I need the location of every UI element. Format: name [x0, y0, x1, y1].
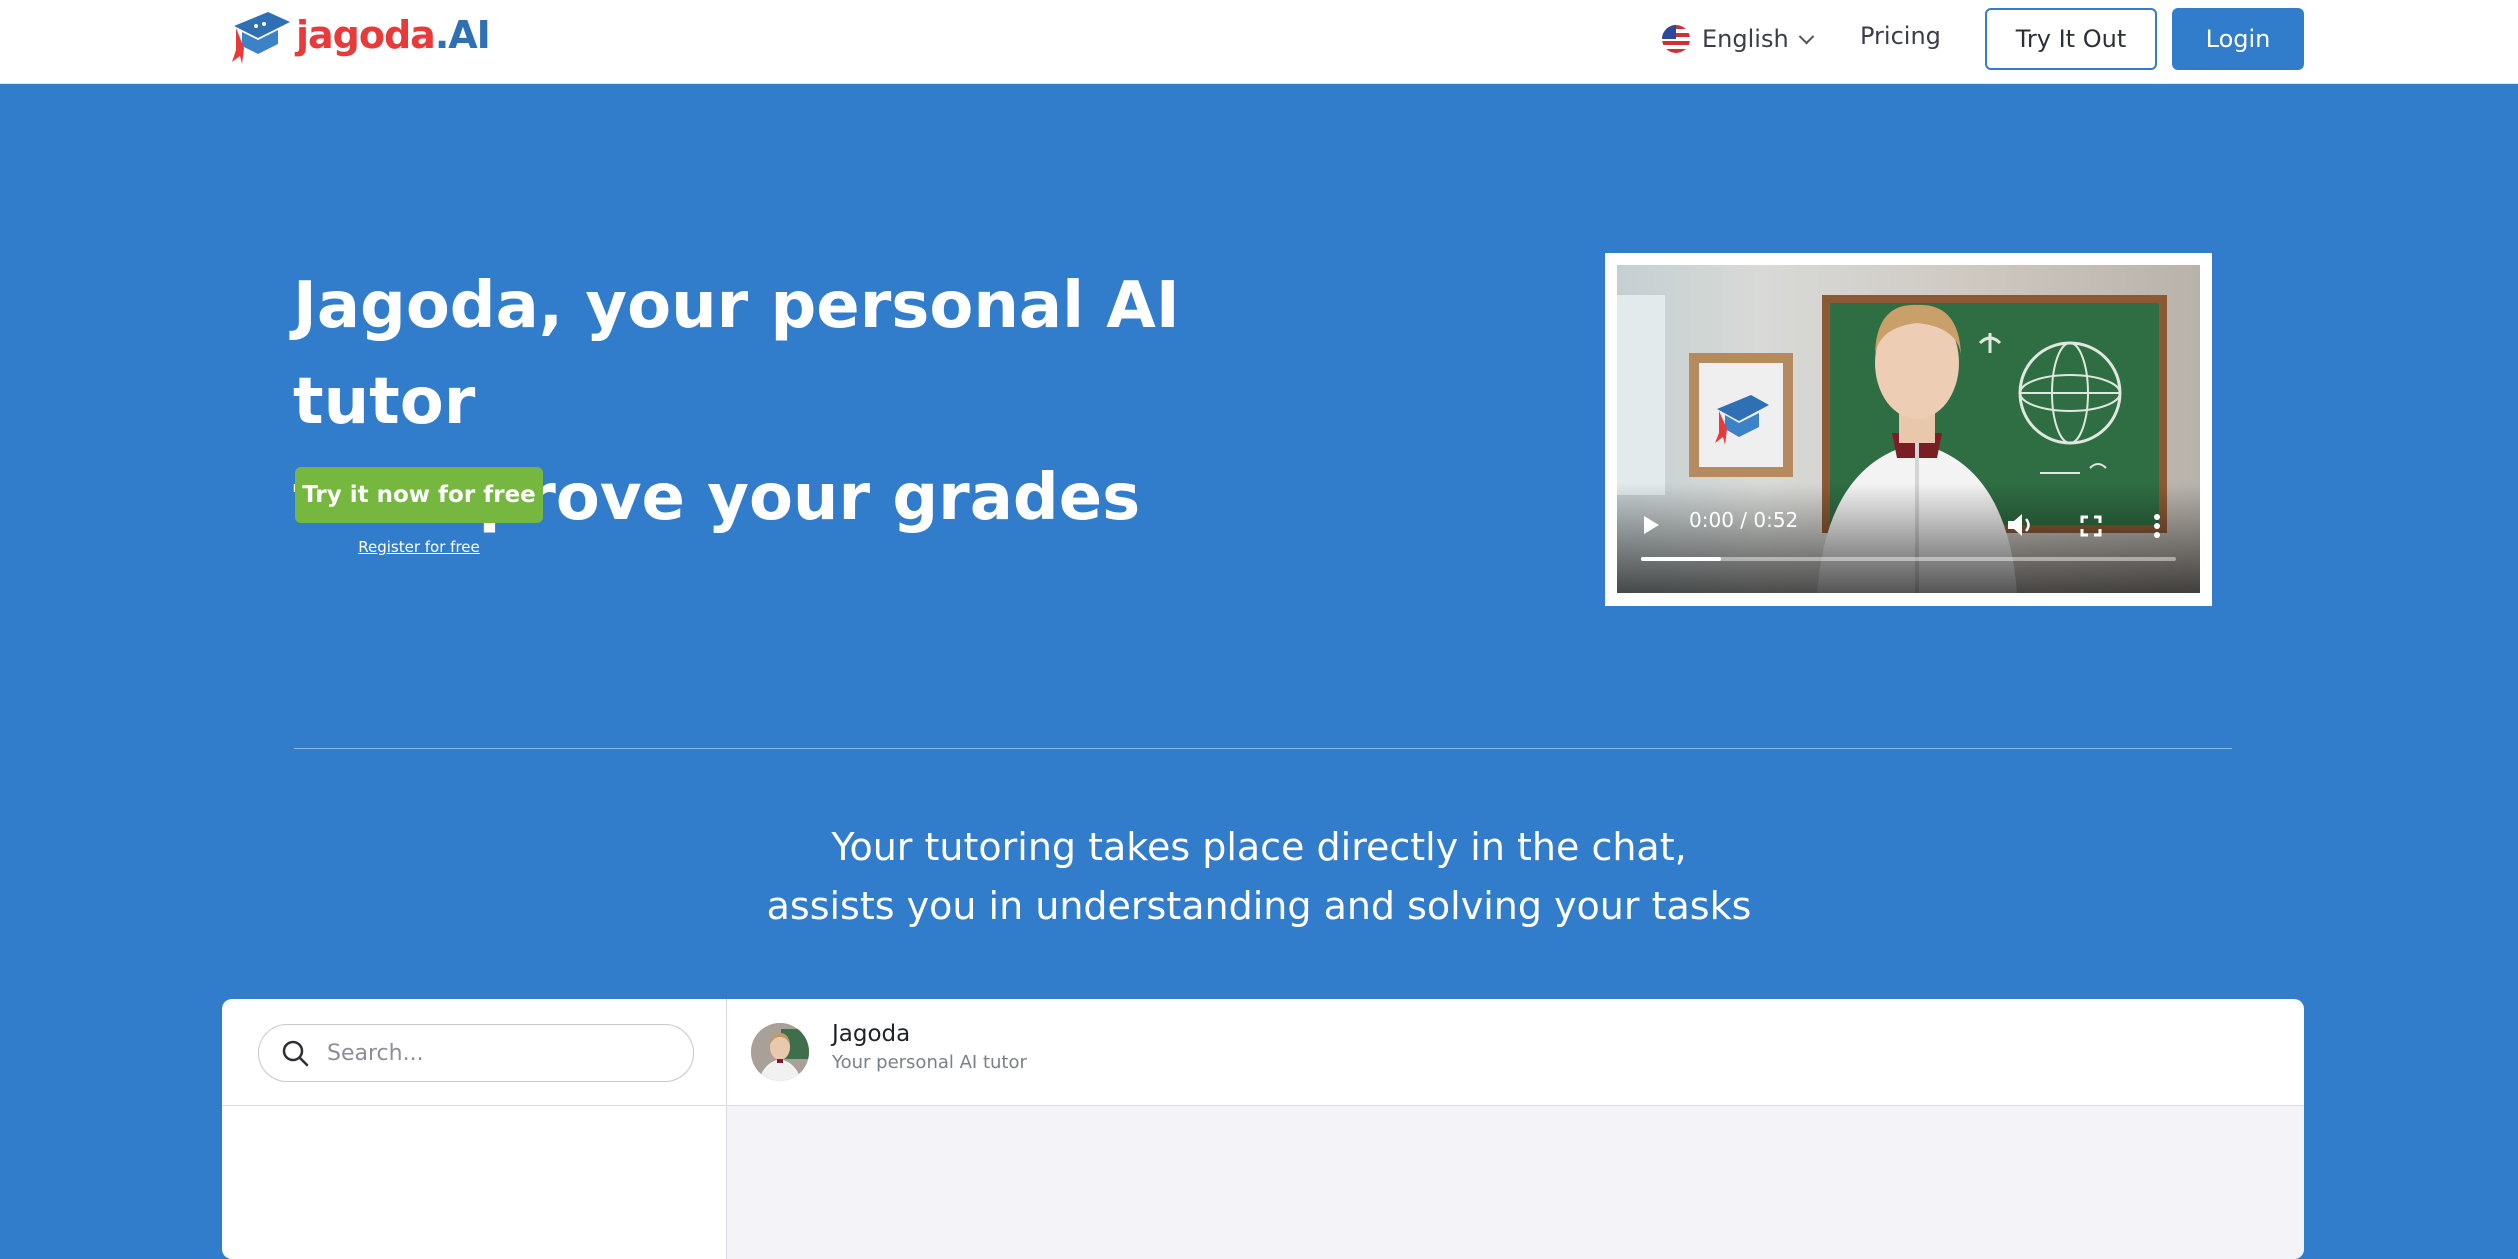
- video-progress-bar[interactable]: [1641, 557, 2176, 561]
- chat-message-area: [727, 1106, 2304, 1259]
- chat-contact-role: Your personal AI tutor: [832, 1052, 1027, 1073]
- video-time: 0:00 / 0:52: [1689, 508, 1799, 532]
- language-label: English: [1702, 25, 1789, 53]
- logo-text: jagoda.AI: [296, 13, 491, 57]
- try-it-out-button[interactable]: Try It Out: [1985, 8, 2157, 70]
- avatar[interactable]: [751, 1023, 809, 1081]
- chat-section-heading: Your tutoring takes place directly in th…: [0, 818, 2518, 936]
- language-selector[interactable]: English: [1662, 20, 1814, 58]
- chat-sidebar: [222, 999, 727, 1259]
- logo-text-main: jagoda: [296, 13, 436, 57]
- section-divider: [294, 748, 2232, 749]
- more-options-icon[interactable]: [2153, 513, 2161, 539]
- chat-section-heading-line-1: Your tutoring takes place directly in th…: [831, 825, 1687, 869]
- login-button[interactable]: Login: [2172, 8, 2304, 70]
- hero-title-line-1: Jagoda, your personal AI tutor: [293, 269, 1180, 439]
- video-progress-fill: [1641, 557, 1722, 561]
- logo-text-suffix: .AI: [434, 13, 491, 57]
- chat-sidebar-header: [222, 999, 726, 1106]
- register-link[interactable]: Register for free: [295, 538, 543, 556]
- volume-icon[interactable]: [2005, 511, 2035, 539]
- chat-section-heading-line-2: assists you in understanding and solving…: [766, 884, 1752, 928]
- video-controls-overlay: [1617, 483, 2200, 593]
- search-box[interactable]: [258, 1024, 694, 1082]
- us-flag-icon: [1662, 25, 1690, 53]
- chat-preview: Jagoda Your personal AI tutor: [222, 999, 2304, 1259]
- search-icon: [282, 1040, 309, 1067]
- try-free-button[interactable]: Try it now for free: [295, 467, 543, 523]
- play-icon[interactable]: [1641, 514, 1661, 536]
- chevron-down-icon: [1798, 28, 1814, 44]
- chat-header: Jagoda Your personal AI tutor: [727, 999, 2304, 1106]
- pricing-link[interactable]: Pricing: [1860, 22, 1941, 50]
- logo[interactable]: jagoda.AI: [228, 6, 491, 64]
- chat-contact-name: Jagoda: [832, 1021, 911, 1047]
- fullscreen-icon[interactable]: [2080, 515, 2102, 537]
- intro-video[interactable]: 0:00 / 0:52: [1617, 265, 2200, 593]
- graduation-cap-logo-icon: [232, 12, 290, 64]
- search-input[interactable]: [325, 1039, 659, 1067]
- top-navbar: jagoda.AI English Pricing Try It Out Log…: [0, 0, 2518, 84]
